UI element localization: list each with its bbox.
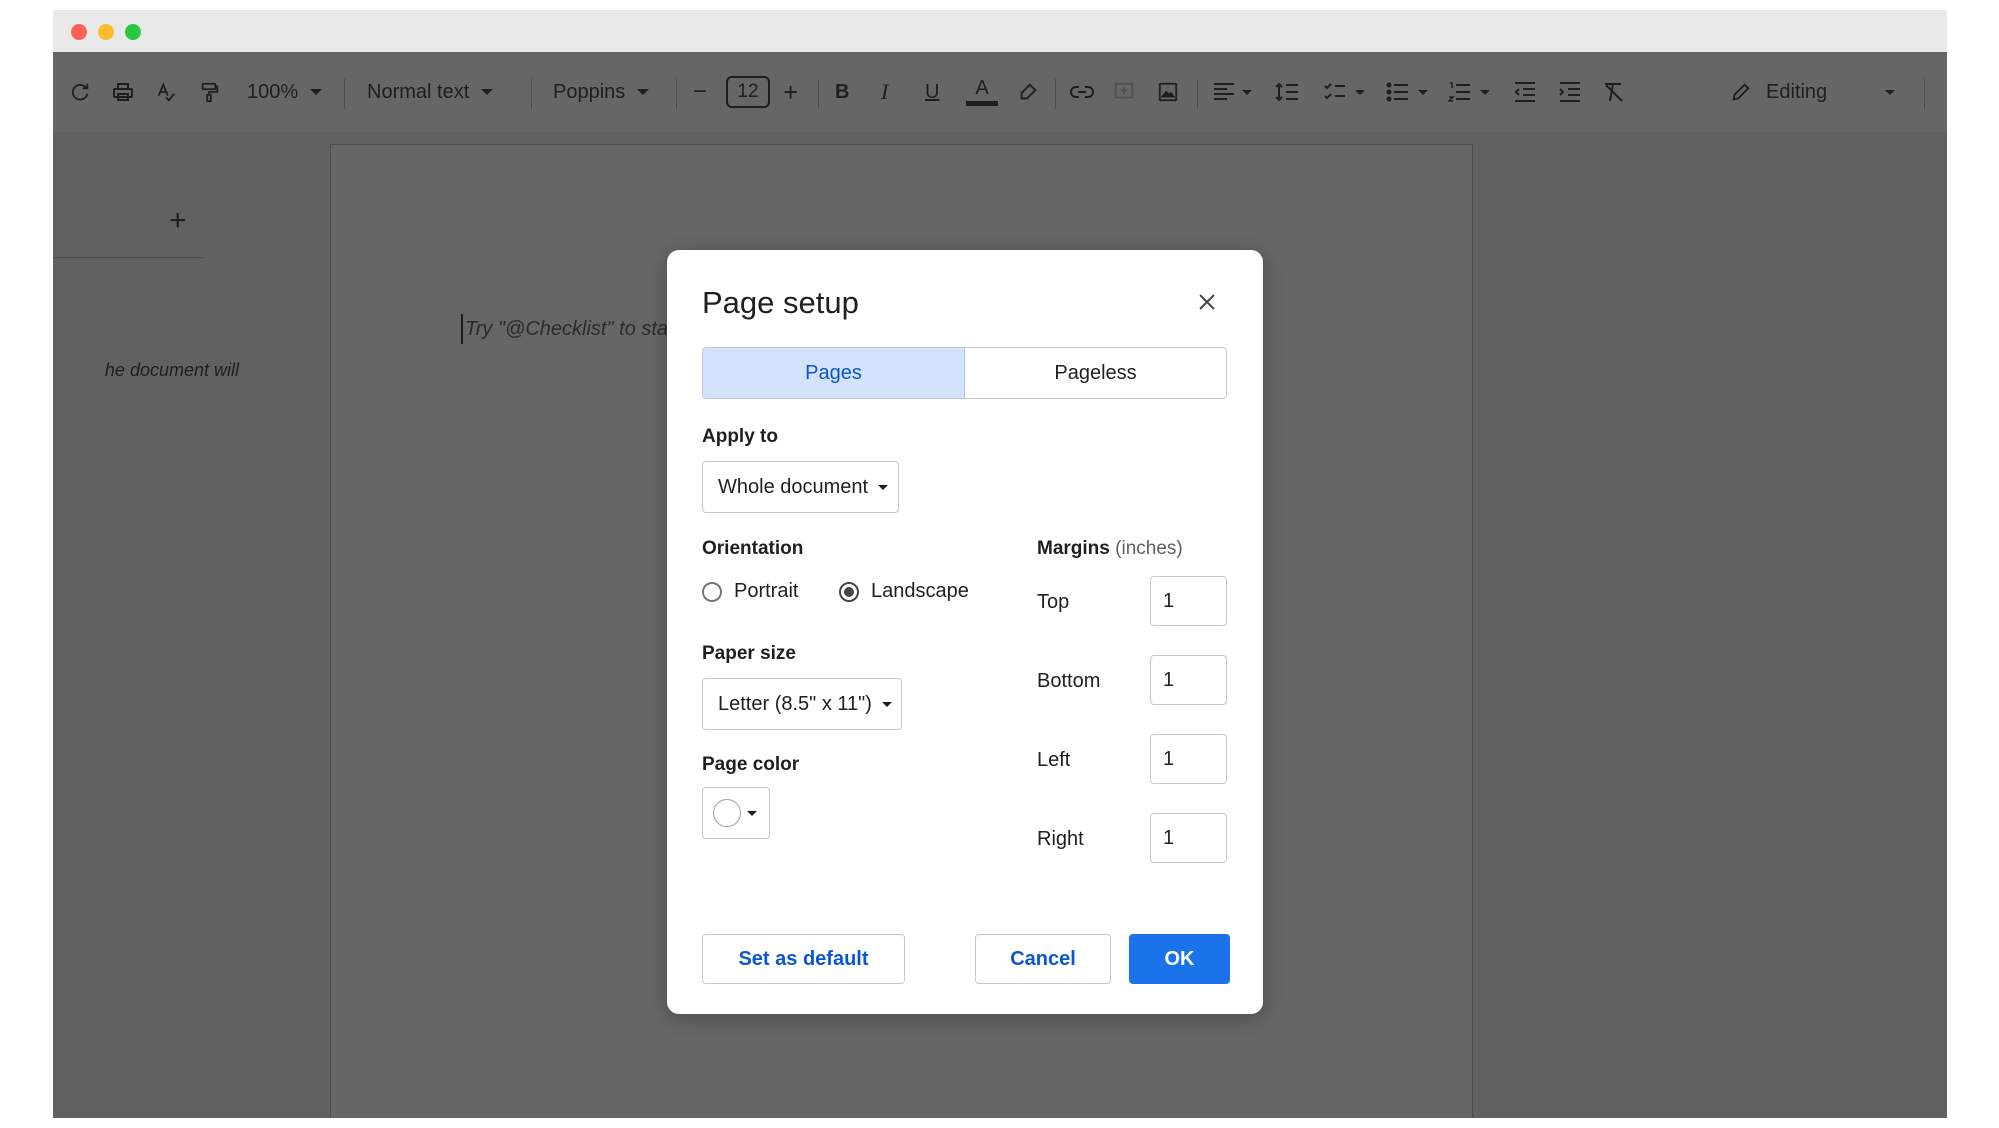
comment-icon[interactable]	[1113, 52, 1135, 132]
underline-icon[interactable]: U	[925, 52, 939, 132]
radio-unchecked-icon	[702, 581, 722, 602]
margins-unit: (inches)	[1115, 538, 1183, 559]
highlight-icon[interactable]	[1017, 52, 1039, 132]
set-as-default-button[interactable]: Set as default	[702, 934, 905, 984]
decrease-indent-icon[interactable]	[1513, 52, 1537, 132]
margins-title: Margins	[1037, 538, 1110, 559]
pencil-icon	[1732, 83, 1750, 101]
sidepanel-text: he document will	[53, 360, 253, 381]
margin-right-input[interactable]	[1150, 813, 1227, 863]
apply-to-value: Whole document	[718, 475, 869, 498]
ok-button[interactable]: OK	[1129, 934, 1230, 984]
close-icon[interactable]	[1195, 290, 1219, 314]
decrease-font-size-button[interactable]: −	[693, 52, 707, 132]
toolbar-divider	[818, 79, 819, 109]
toolbar-divider	[344, 79, 345, 109]
margin-bottom-label: Bottom	[1037, 670, 1101, 692]
margin-left-label: Left	[1037, 749, 1071, 771]
toolbar-divider	[676, 79, 677, 109]
paint-format-icon[interactable]	[198, 52, 220, 132]
margin-right-label: Right	[1037, 828, 1084, 850]
chevron-down-icon	[310, 89, 323, 95]
editing-mode-dropdown[interactable]: Editing	[1730, 52, 1896, 132]
page-color-label: Page color	[702, 754, 800, 775]
landscape-label: Landscape	[871, 580, 969, 602]
radio-checked-icon	[839, 581, 859, 602]
chevron-down-icon	[1355, 89, 1365, 95]
landscape-radio[interactable]: Landscape	[839, 580, 969, 603]
page-setup-dialog: Page setup Pages Pageless Apply to Whole…	[667, 250, 1263, 1014]
numbered-list-icon[interactable]	[1448, 52, 1490, 132]
margin-top-label: Top	[1037, 591, 1070, 613]
italic-icon[interactable]: I	[881, 52, 888, 132]
page-color-picker[interactable]	[702, 787, 770, 839]
redo-icon[interactable]	[69, 52, 91, 132]
cancel-button[interactable]: Cancel	[975, 934, 1111, 984]
print-icon[interactable]	[111, 52, 135, 132]
paper-size-value: Letter (8.5" x 11")	[718, 692, 872, 715]
margin-top-input[interactable]	[1150, 576, 1227, 626]
chevron-down-icon	[1885, 89, 1896, 95]
bullet-list-icon[interactable]	[1386, 52, 1428, 132]
paper-size-label: Paper size	[702, 643, 796, 664]
chevron-down-icon	[637, 89, 650, 95]
align-icon[interactable]	[1212, 52, 1252, 132]
font-dropdown[interactable]: Poppins	[553, 52, 650, 132]
tab-pages[interactable]: Pages	[703, 348, 965, 398]
title-bar	[53, 10, 1947, 52]
orientation-label: Orientation	[702, 538, 804, 559]
style-value: Normal text	[367, 80, 470, 103]
font-size-field[interactable]: 12	[726, 52, 770, 132]
style-dropdown[interactable]: Normal text	[367, 52, 494, 132]
page-mode-toggle: Pages Pageless	[702, 347, 1227, 399]
apply-to-label: Apply to	[702, 426, 778, 447]
tab-pageless[interactable]: Pageless	[965, 348, 1226, 398]
font-size-input[interactable]: 12	[726, 76, 770, 108]
minimize-window-button[interactable]	[98, 24, 114, 40]
zoom-value: 100%	[247, 80, 299, 103]
sidepanel-text-content: he document will	[104, 360, 239, 380]
increase-font-size-button[interactable]: +	[783, 52, 798, 132]
chevron-down-icon	[481, 89, 494, 95]
toolbar-divider	[1055, 79, 1056, 109]
toolbar-divider	[531, 79, 532, 109]
spellcheck-icon[interactable]	[155, 52, 177, 132]
margin-bottom-input[interactable]	[1150, 655, 1227, 705]
chevron-down-icon	[881, 701, 892, 707]
chevron-down-icon	[878, 484, 889, 490]
image-icon[interactable]	[1157, 52, 1179, 132]
add-tab-button[interactable]: +	[169, 206, 187, 236]
margins-label: Margins (inches)	[1037, 538, 1183, 560]
toolbar: 100% Normal text Poppins − 12 + B I U A	[53, 52, 1947, 132]
chevron-down-icon	[1242, 89, 1252, 95]
link-icon[interactable]	[1069, 52, 1095, 132]
toolbar-divider	[1197, 79, 1198, 109]
chevron-down-icon	[747, 810, 757, 816]
dialog-title: Page setup	[702, 285, 859, 320]
paper-size-dropdown[interactable]: Letter (8.5" x 11")	[702, 678, 902, 730]
apply-to-dropdown[interactable]: Whole document	[702, 461, 899, 513]
clear-formatting-icon[interactable]	[1602, 52, 1626, 132]
zoom-window-button[interactable]	[125, 24, 141, 40]
line-spacing-icon[interactable]	[1275, 52, 1299, 132]
toolbar-divider	[1924, 79, 1925, 109]
portrait-radio[interactable]: Portrait	[702, 580, 798, 603]
text-color-glyph: A	[975, 77, 989, 99]
font-value: Poppins	[553, 80, 626, 103]
portrait-label: Portrait	[734, 580, 799, 602]
chevron-down-icon	[1418, 89, 1428, 95]
editing-mode-label: Editing	[1766, 80, 1828, 103]
text-color-icon[interactable]: A	[966, 52, 998, 132]
document-placeholder[interactable]: Try "@Checklist" to sta	[461, 314, 668, 344]
chevron-down-icon	[1480, 89, 1490, 95]
close-window-button[interactable]	[71, 24, 87, 40]
increase-indent-icon[interactable]	[1558, 52, 1582, 132]
bold-icon[interactable]: B	[835, 52, 849, 132]
margin-left-input[interactable]	[1150, 734, 1227, 784]
zoom-dropdown[interactable]: 100%	[247, 52, 323, 132]
sidepanel-divider	[53, 257, 203, 258]
checklist-icon[interactable]	[1323, 52, 1365, 132]
text-color-bar	[966, 101, 998, 106]
color-swatch	[713, 799, 741, 827]
